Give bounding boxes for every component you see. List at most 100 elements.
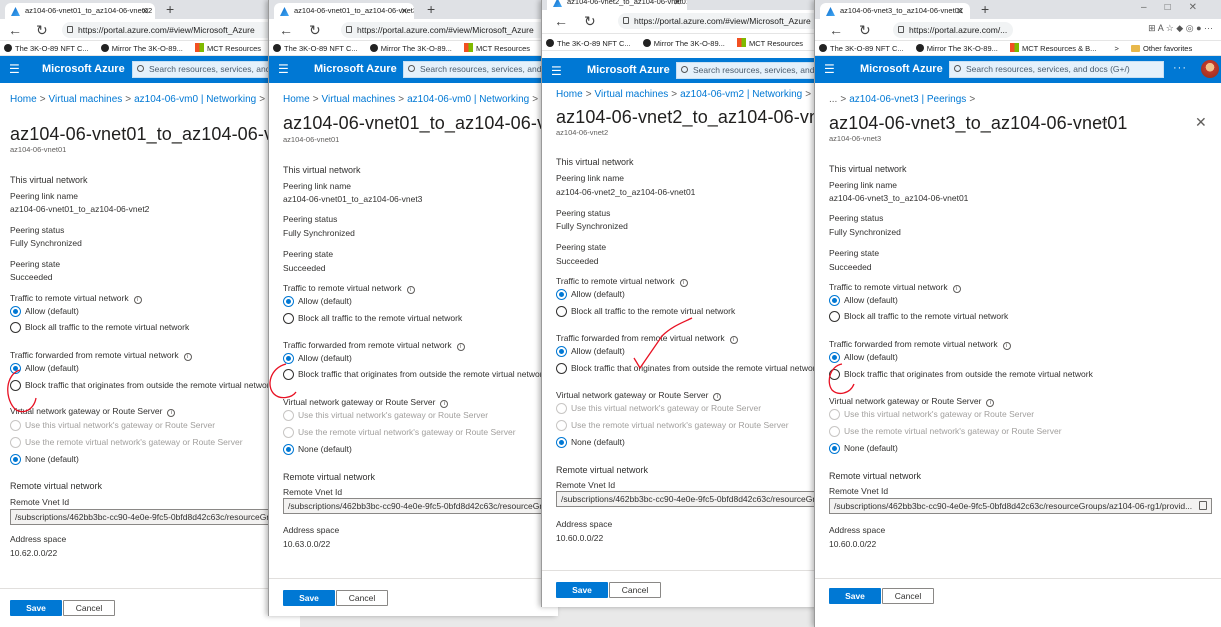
browser-tab[interactable]: az104-06-vnet3_to_az104-06-vnet01 ✕ <box>820 3 970 19</box>
brand-title[interactable]: Microsoft Azure <box>587 58 670 83</box>
crumb-networking[interactable]: az104-06-vm0 | Networking <box>407 94 529 105</box>
close-tab-icon[interactable]: ✕ <box>400 3 408 19</box>
info-icon[interactable]: i <box>167 409 176 417</box>
info-icon[interactable]: i <box>986 399 995 407</box>
bookmark-2[interactable]: Mirror The 3K-O-89... <box>642 36 725 50</box>
save-button[interactable]: Save <box>10 600 62 616</box>
info-icon[interactable]: i <box>133 296 142 304</box>
remote-id-field[interactable]: /subscriptions/462bb3bc-cc90-4e0e-9fc5-0… <box>556 491 831 507</box>
info-icon[interactable]: i <box>729 336 738 344</box>
bookmark-1[interactable]: The 3K-O-89 NFT C... <box>4 41 89 55</box>
bookmark-2[interactable]: Mirror The 3K-O-89... <box>915 41 998 55</box>
search-input[interactable]: Search resources, services, and docs (G+… <box>403 61 558 78</box>
copy-icon[interactable] <box>1199 501 1207 510</box>
brand-title[interactable]: Microsoft Azure <box>42 56 125 83</box>
search-input[interactable]: Search resources, services, and docs (G+… <box>949 61 1164 78</box>
traffic-remote-allow-radio[interactable]: Allow (default) <box>10 306 79 317</box>
refresh-icon[interactable]: ↻ <box>309 21 321 39</box>
bookmark-1[interactable]: The 3K-O-89 NFT C... <box>819 41 904 55</box>
bookmark-3[interactable]: MCT Resources <box>736 36 803 50</box>
info-icon[interactable]: i <box>1002 342 1011 350</box>
crumb-networking[interactable]: az104-06-vm0 | Networking <box>134 94 256 105</box>
url-field[interactable]: https://portal.azure.com/#view/Microsoft… <box>62 22 300 38</box>
traffic-forwarded-block-radio[interactable]: Block traffic that originates from outsi… <box>283 369 547 380</box>
cancel-button[interactable]: Cancel <box>63 600 115 616</box>
cancel-button[interactable]: Cancel <box>336 590 388 606</box>
crumb-vms[interactable]: Virtual machines <box>595 89 669 100</box>
crumb-networking[interactable]: az104-06-vm2 | Networking <box>680 89 802 100</box>
info-icon[interactable]: i <box>456 343 465 351</box>
save-button[interactable]: Save <box>556 582 608 598</box>
info-icon[interactable]: i <box>952 285 961 293</box>
bookmarks-more-icon[interactable]: > <box>1115 41 1119 55</box>
info-icon[interactable]: i <box>713 393 722 401</box>
bookmark-1[interactable]: The 3K-O-89 NFT C... <box>546 36 631 50</box>
close-tab-icon[interactable]: ✕ <box>141 3 149 19</box>
cancel-button[interactable]: Cancel <box>882 588 934 604</box>
save-button[interactable]: Save <box>829 588 881 604</box>
bookmark-3[interactable]: MCT Resources <box>194 41 261 55</box>
bookmark-1[interactable]: The 3K-O-89 NFT C... <box>273 41 358 55</box>
crumb-ellipsis[interactable]: ... <box>829 94 837 105</box>
bookmark-2[interactable]: Mirror The 3K-O-89... <box>369 41 452 55</box>
traffic-remote-block-radio[interactable]: Block all traffic to the remote virtual … <box>556 306 735 317</box>
traffic-remote-block-radio[interactable]: Block all traffic to the remote virtual … <box>10 322 189 333</box>
brand-title[interactable]: Microsoft Azure <box>860 56 943 83</box>
url-field[interactable]: https://portal.azure.com/#view/Microsoft… <box>618 13 831 29</box>
traffic-remote-block-radio[interactable]: Block all traffic to the remote virtual … <box>829 311 1008 322</box>
remote-id-field[interactable]: /subscriptions/462bb3bc-cc90-4e0e-9fc5-0… <box>10 509 300 525</box>
traffic-remote-allow-radio[interactable]: Allow (default) <box>556 289 625 300</box>
info-icon[interactable]: i <box>183 353 192 361</box>
close-tab-icon[interactable]: ✕ <box>673 0 681 10</box>
crumb-home[interactable]: Home <box>283 94 310 105</box>
info-icon[interactable]: i <box>679 279 688 287</box>
bookmark-3[interactable]: MCT Resources & B... <box>1009 41 1096 55</box>
remote-id-field[interactable]: /subscriptions/462bb3bc-cc90-4e0e-9fc5-0… <box>283 498 558 514</box>
menu-icon[interactable]: ☰ <box>9 61 20 77</box>
gateway-none-radio[interactable]: None (default) <box>829 443 898 454</box>
traffic-forwarded-allow-radio[interactable]: Allow (default) <box>10 363 79 374</box>
crumb-peerings[interactable]: az104-06-vnet3 | Peerings <box>849 94 966 105</box>
window-controls[interactable]: –□✕ <box>1141 2 1215 13</box>
refresh-icon[interactable]: ↻ <box>859 21 871 39</box>
search-input[interactable]: Search resources, services, and docs (G+… <box>676 62 831 79</box>
menu-icon[interactable]: ☰ <box>824 61 835 77</box>
browser-tab[interactable]: az104-06-vnet01_to_az104-06-vnet02 ✕ <box>5 3 155 19</box>
gateway-none-radio[interactable]: None (default) <box>283 444 352 455</box>
close-tab-icon[interactable]: ✕ <box>956 3 964 19</box>
remote-id-field[interactable]: /subscriptions/462bb3bc-cc90-4e0e-9fc5-0… <box>829 498 1212 514</box>
back-icon[interactable]: ← <box>554 12 568 30</box>
crumb-home[interactable]: Home <box>10 94 37 105</box>
refresh-icon[interactable]: ↻ <box>584 12 596 30</box>
traffic-remote-allow-radio[interactable]: Allow (default) <box>829 295 898 306</box>
back-icon[interactable]: ← <box>829 21 843 39</box>
save-button[interactable]: Save <box>283 590 335 606</box>
traffic-forwarded-block-radio[interactable]: Block traffic that originates from outsi… <box>556 363 820 374</box>
back-icon[interactable]: ← <box>8 21 22 39</box>
traffic-remote-block-radio[interactable]: Block all traffic to the remote virtual … <box>283 313 462 324</box>
bookmark-2[interactable]: Mirror The 3K-O-89... <box>100 41 183 55</box>
back-icon[interactable]: ← <box>279 21 293 39</box>
browser-tab[interactable]: az104-06-vnet2_to_az104-06-vnet01 ✕ <box>547 0 687 10</box>
brand-title[interactable]: Microsoft Azure <box>314 56 397 83</box>
avatar[interactable] <box>1201 60 1219 78</box>
crumb-home[interactable]: Home <box>556 89 583 100</box>
traffic-remote-allow-radio[interactable]: Allow (default) <box>283 296 352 307</box>
traffic-forwarded-block-radio[interactable]: Block traffic that originates from outsi… <box>10 380 274 391</box>
browser-tab[interactable]: az104-06-vnet01_to_az104-06-vnet3 ✕ <box>274 3 414 19</box>
info-icon[interactable]: i <box>406 286 415 294</box>
other-favorites[interactable]: Other favorites <box>1131 41 1192 55</box>
new-tab-icon[interactable]: + <box>981 1 989 17</box>
traffic-forwarded-allow-radio[interactable]: Allow (default) <box>556 346 625 357</box>
menu-icon[interactable]: ☰ <box>278 61 289 77</box>
browser-toolbar-icons[interactable]: ⊞ A ☆ ◆ ◎ ● ··· <box>1148 23 1213 34</box>
refresh-icon[interactable]: ↻ <box>36 21 48 39</box>
more-actions-icon[interactable]: ··· <box>1097 116 1108 128</box>
close-icon[interactable]: ✕ <box>1195 114 1207 131</box>
url-field[interactable]: https://portal.azure.com/... <box>893 22 1013 38</box>
traffic-forwarded-allow-radio[interactable]: Allow (default) <box>283 353 352 364</box>
traffic-forwarded-allow-radio[interactable]: Allow (default) <box>829 352 898 363</box>
new-tab-icon[interactable]: + <box>427 1 435 17</box>
url-field[interactable]: https://portal.azure.com/#view/Microsoft… <box>341 22 558 38</box>
crumb-vms[interactable]: Virtual machines <box>322 94 396 105</box>
